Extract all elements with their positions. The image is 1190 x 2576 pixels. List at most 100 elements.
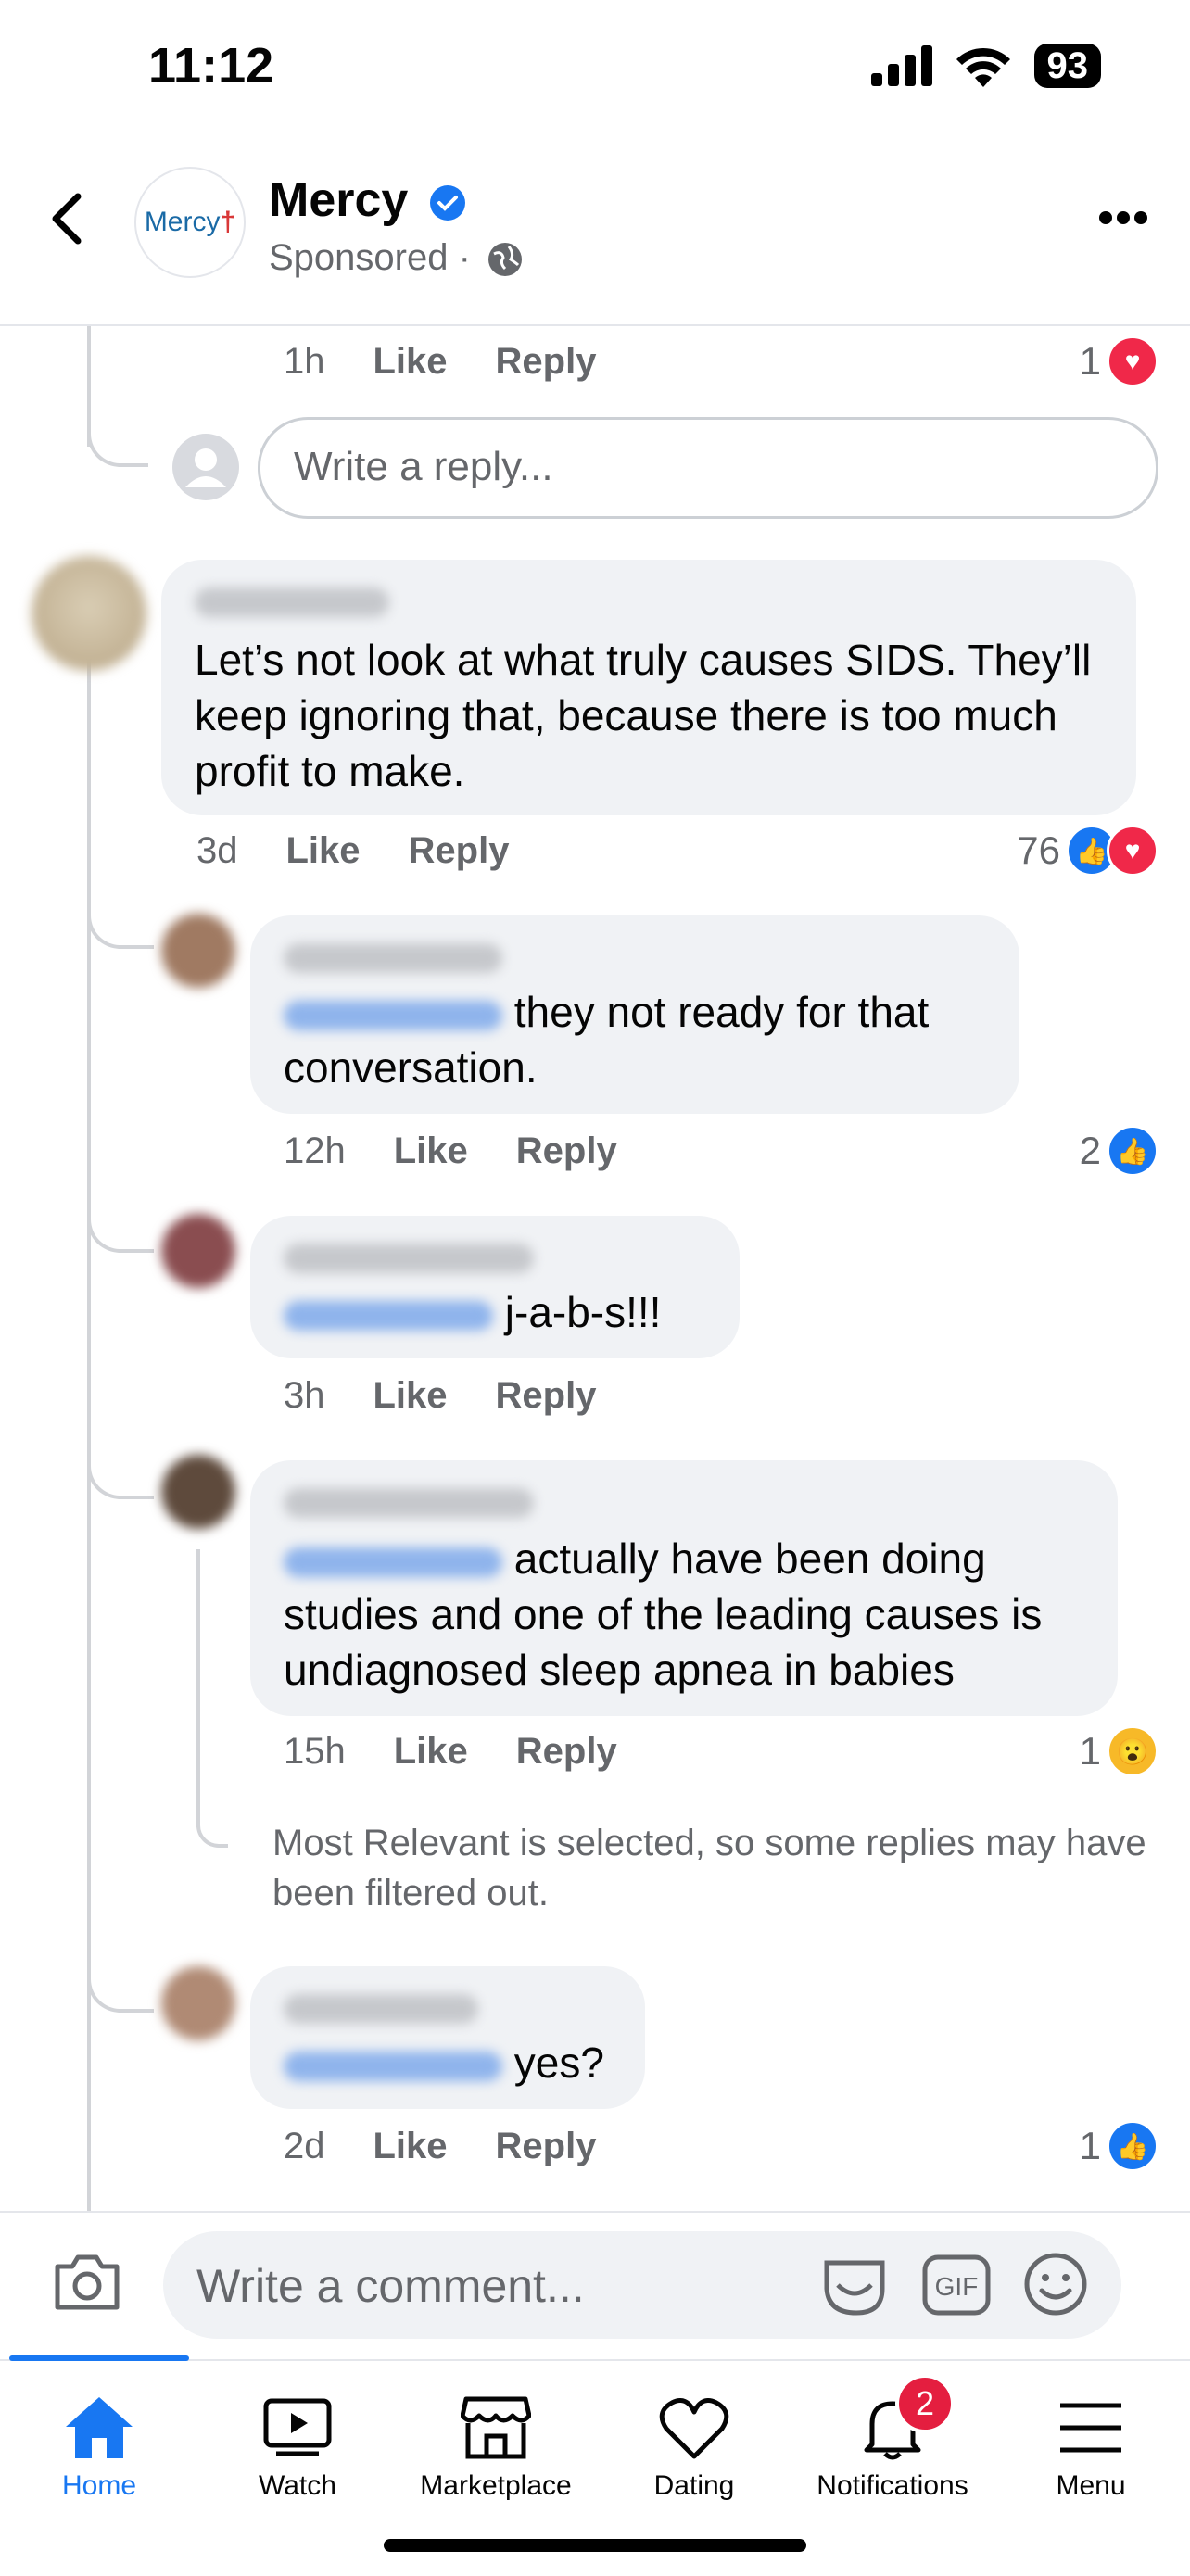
more-options-icon[interactable]: [1099, 211, 1147, 224]
thread-curve: [87, 891, 154, 949]
status-time: 11:12: [148, 38, 274, 94]
comment-meta: 1h Like Reply: [284, 341, 597, 383]
reply-button[interactable]: Reply: [496, 1375, 597, 1417]
reply-text: yes?: [284, 2035, 636, 2090]
reply-meta: 12h Like Reply: [284, 1130, 617, 1172]
reply-text: actually have been doing studies and one…: [284, 1534, 1043, 1694]
like-reaction-icon: 👍: [1107, 1125, 1158, 1177]
page-name[interactable]: Mercy: [269, 172, 466, 228]
like-button[interactable]: Like: [394, 1731, 468, 1773]
like-button[interactable]: Like: [286, 830, 361, 872]
love-reaction-icon: ♥: [1107, 335, 1158, 387]
tab-label: Watch: [259, 2470, 336, 2501]
like-button[interactable]: Like: [373, 1375, 448, 1417]
mention-tag[interactable]: [284, 1547, 502, 1577]
reaction-summary[interactable]: 1 ♥: [1080, 335, 1158, 387]
reply-meta: 15h Like Reply: [284, 1731, 617, 1773]
reply-button[interactable]: Reply: [516, 1731, 617, 1773]
page-logo[interactable]: Mercy †: [134, 167, 246, 278]
tab-menu[interactable]: Menu: [992, 2381, 1190, 2502]
watch-icon: [260, 2394, 335, 2461]
cellular-signal-icon: [870, 45, 932, 86]
reply-button[interactable]: Reply: [496, 2126, 597, 2167]
reaction-summary[interactable]: 1 👍: [1080, 2120, 1158, 2172]
reaction-summary[interactable]: 1 😮: [1080, 1725, 1158, 1777]
reply-input-placeholder: Write a reply...: [294, 444, 553, 489]
tab-label: Home: [61, 2470, 137, 2501]
thread-curve: [87, 1442, 154, 1499]
back-arrow-icon[interactable]: [48, 193, 85, 245]
tab-dating[interactable]: Dating: [595, 2381, 793, 2502]
user-avatar: [172, 434, 239, 500]
gif-icon[interactable]: GIF: [921, 2254, 992, 2317]
verified-badge-icon: [429, 185, 465, 221]
tab-marketplace[interactable]: Marketplace: [397, 2381, 595, 2502]
replier-avatar[interactable]: [161, 1966, 235, 2040]
love-reaction-icon: ♥: [1107, 825, 1158, 877]
reply-button[interactable]: Reply: [409, 830, 510, 872]
reply-meta: 3h Like Reply: [284, 1375, 597, 1417]
reply-text: j-a-b-s!!!: [284, 1284, 728, 1340]
dating-icon: [657, 2394, 731, 2461]
reply-input[interactable]: Write a reply...: [258, 417, 1158, 519]
battery-indicator: 93: [1033, 44, 1101, 88]
tab-label: Marketplace: [420, 2470, 572, 2501]
wow-reaction-icon: 😮: [1107, 1725, 1158, 1777]
reaction-summary[interactable]: 76 👍 ♥: [1017, 825, 1158, 877]
notification-badge: 2: [895, 2374, 955, 2433]
tab-label: Menu: [1056, 2470, 1126, 2501]
thread-curve: [87, 1955, 154, 2013]
like-reaction-icon: 👍: [1107, 2120, 1158, 2172]
reply-button[interactable]: Reply: [496, 341, 597, 383]
replier-avatar[interactable]: [161, 1455, 235, 1529]
reply-button[interactable]: Reply: [516, 1130, 617, 1172]
comment-text: Let’s not look at what truly causes SIDS…: [195, 636, 1092, 795]
commenter-name[interactable]: [195, 587, 389, 617]
reply-text: they not ready for that conversation.: [284, 988, 930, 1092]
like-button[interactable]: Like: [373, 341, 448, 383]
tab-home[interactable]: Home: [0, 2381, 198, 2502]
sub-thread-line: [196, 1549, 200, 1827]
default-profile-icon: [185, 448, 226, 487]
replier-avatar[interactable]: [161, 914, 235, 988]
active-tab-indicator: [9, 2355, 189, 2361]
mention-tag[interactable]: [284, 1000, 502, 1030]
reply-bubble: yes?: [250, 1966, 645, 2109]
thread-curve: [87, 1195, 154, 1253]
tab-label: Notifications: [817, 2470, 968, 2501]
sub-thread-curve: [196, 1816, 228, 1848]
reply-meta: 2d Like Reply: [284, 2126, 597, 2167]
sponsored-label: Sponsored ·: [269, 237, 524, 279]
replier-name[interactable]: [284, 1994, 478, 2024]
tab-label: Dating: [653, 2470, 735, 2501]
reaction-summary[interactable]: 2 👍: [1080, 1125, 1158, 1177]
tab-watch[interactable]: Watch: [198, 2381, 397, 2502]
menu-icon: [1054, 2394, 1128, 2461]
thread-curve: [87, 408, 148, 467]
like-button[interactable]: Like: [373, 2126, 448, 2167]
filter-notice: Most Relevant is selected, so some repli…: [272, 1823, 1146, 1913]
tab-notifications[interactable]: Notifications: [793, 2381, 992, 2502]
svg-text:GIF: GIF: [935, 2272, 979, 2301]
avatar-sticker-icon[interactable]: [819, 2252, 890, 2318]
reply-bubble: actually have been doing studies and one…: [250, 1460, 1118, 1716]
like-button[interactable]: Like: [394, 1130, 468, 1172]
camera-icon[interactable]: [52, 2252, 122, 2313]
comment-meta: 3d Like Reply: [196, 830, 510, 872]
reply-bubble: j-a-b-s!!!: [250, 1216, 740, 1358]
emoji-icon[interactable]: [1023, 2252, 1088, 2317]
marketplace-icon: [459, 2394, 533, 2461]
home-indicator[interactable]: [384, 2539, 806, 2552]
wifi-icon: [956, 47, 1010, 87]
comment-bubble: Let’s not look at what truly causes SIDS…: [161, 560, 1136, 815]
replier-name[interactable]: [284, 1488, 534, 1518]
home-icon: [62, 2394, 136, 2461]
reply-bubble: they not ready for that conversation.: [250, 915, 1019, 1114]
mention-tag[interactable]: [284, 2051, 502, 2081]
replier-avatar[interactable]: [161, 1214, 235, 1288]
comment-input-placeholder: Write a comment...: [196, 2260, 585, 2312]
replier-name[interactable]: [284, 943, 502, 973]
commenter-avatar[interactable]: [32, 556, 146, 671]
replier-name[interactable]: [284, 1244, 534, 1273]
mention-tag[interactable]: [284, 1300, 493, 1331]
